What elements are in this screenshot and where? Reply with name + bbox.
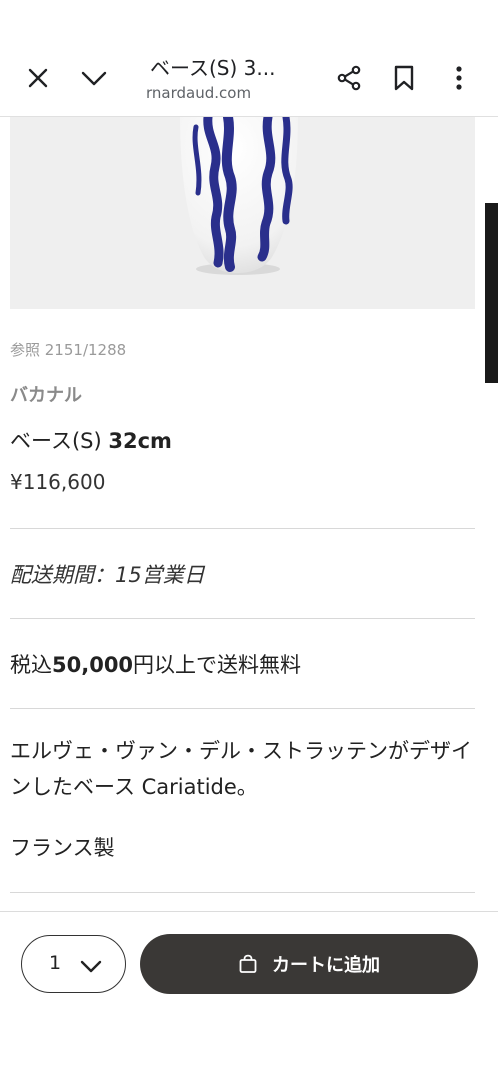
chevron-down-icon[interactable] — [74, 58, 114, 98]
product-description: エルヴェ・ヴァン・デル・ストラッテンがデザインしたベース Cariatide。 — [10, 739, 472, 799]
product-collection[interactable]: バカナル — [10, 381, 82, 407]
delivery-time: 配送期間：15営業日 — [10, 563, 205, 587]
product-image[interactable] — [10, 117, 475, 309]
shopping-bag-icon — [238, 954, 258, 974]
divider — [10, 708, 475, 709]
product-name-main: ベース(S) — [10, 429, 109, 453]
page-scrollbar[interactable] — [485, 203, 498, 383]
shipping-amount: 50,000 — [52, 653, 134, 677]
browser-toolbar: ベース(S) 3... rnardaud.com — [0, 0, 498, 117]
shipping-prefix: 税込 — [10, 653, 52, 677]
close-icon[interactable] — [18, 58, 58, 98]
divider — [10, 892, 475, 893]
shipping-suffix: 円以上で送料無料 — [133, 653, 302, 677]
add-to-cart-button[interactable]: カートに追加 — [140, 934, 478, 994]
product-reference: 参照 2151/1288 — [10, 341, 127, 359]
quantity-value: 1 — [49, 952, 62, 974]
more-vert-icon[interactable] — [439, 58, 479, 98]
bookmark-icon[interactable] — [384, 58, 424, 98]
divider — [10, 618, 475, 619]
product-price: ¥116,600 — [10, 470, 106, 494]
free-shipping-note: 税込50,000円以上で送料無料 — [10, 649, 301, 679]
page-title: ベース(S) 3... — [150, 56, 276, 80]
product-name: ベース(S) 32cm — [10, 425, 172, 455]
purchase-bar: 1 カートに追加 — [0, 911, 498, 1080]
product-size: 32cm — [108, 429, 172, 453]
divider — [10, 528, 475, 529]
share-icon[interactable] — [329, 58, 369, 98]
vase-image — [180, 117, 298, 275]
product-origin: フランス製 — [10, 836, 115, 860]
quantity-select[interactable]: 1 — [21, 935, 126, 993]
chevron-down-icon — [78, 953, 104, 979]
add-to-cart-label: カートに追加 — [272, 955, 380, 976]
page-url[interactable]: rnardaud.com — [146, 84, 266, 102]
